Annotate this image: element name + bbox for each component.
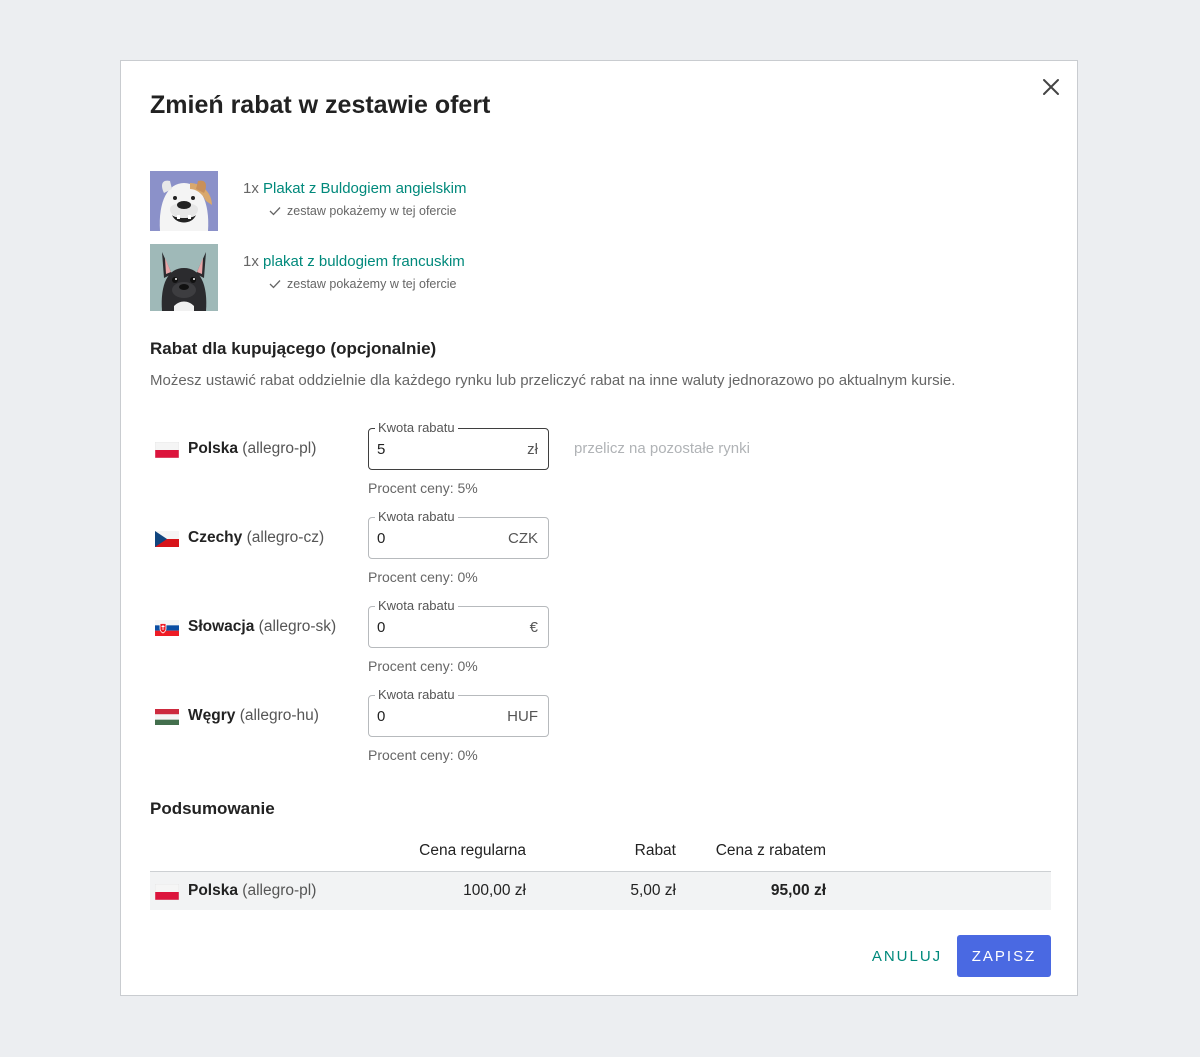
discounted-price-value: 95,00 zł bbox=[770, 882, 826, 899]
discount-description: Możesz ustawić rabat oddzielnie dla każd… bbox=[150, 372, 956, 389]
discount-amount-input[interactable] bbox=[377, 528, 497, 548]
price-percent: Procent ceny: 0% bbox=[368, 658, 478, 674]
header-regular-price: Cena regularna bbox=[419, 842, 526, 859]
close-icon bbox=[1043, 79, 1059, 95]
offer-item: 1x plakat z buldogiem francuskim zestaw … bbox=[150, 244, 750, 312]
regular-price-value: 100,00 zł bbox=[463, 882, 526, 899]
close-button[interactable] bbox=[1039, 75, 1063, 99]
market-row-cz: Czechy (allegro-cz) Kwota rabatu CZK Pro… bbox=[121, 508, 1079, 587]
field-label: Kwota rabatu bbox=[375, 508, 458, 526]
summary-title: Podsumowanie bbox=[150, 799, 275, 818]
offer-item: 1x Plakat z Buldogiem angielskim zestaw … bbox=[150, 171, 750, 239]
poland-flag-icon bbox=[155, 442, 179, 458]
offer-link[interactable]: Plakat z Buldogiem angielskim bbox=[263, 180, 466, 197]
slovakia-flag-icon bbox=[155, 620, 179, 636]
discount-amount-field: Kwota rabatu zł bbox=[368, 419, 549, 470]
price-percent: Procent ceny: 0% bbox=[368, 747, 478, 763]
discount-amount-input[interactable] bbox=[377, 706, 497, 726]
save-button[interactable]: ZAPISZ bbox=[957, 935, 1051, 977]
french-bulldog-image bbox=[150, 244, 218, 311]
market-code: (allegro-pl) bbox=[242, 882, 317, 899]
header-discount: Rabat bbox=[634, 842, 676, 859]
offer-note: zestaw pokażemy w tej ofercie bbox=[287, 277, 457, 291]
discount-bundle-dialog: Zmień rabat w zestawie ofert 1x Plakat z… bbox=[120, 60, 1078, 996]
english-bulldog-image bbox=[150, 171, 218, 231]
discount-amount-field: Kwota rabatu € bbox=[368, 597, 549, 648]
currency-label: zł bbox=[527, 441, 538, 458]
discount-amount-field: Kwota rabatu CZK bbox=[368, 508, 549, 559]
summary-row-pl: Polska (allegro-pl) 100,00 zł 5,00 zł 95… bbox=[150, 872, 1051, 910]
price-percent: Procent ceny: 0% bbox=[368, 569, 478, 585]
summary-table-header: Cena regularna Rabat Cena z rabatem bbox=[150, 839, 1051, 873]
market-row-pl: Polska (allegro-pl) Kwota rabatu zł prze… bbox=[121, 419, 1079, 498]
check-icon bbox=[269, 280, 281, 289]
poland-flag-icon bbox=[155, 884, 179, 900]
cancel-button[interactable]: ANULUJ bbox=[866, 935, 948, 977]
offer-quantity: 1x bbox=[243, 253, 259, 270]
currency-label: € bbox=[529, 619, 538, 636]
market-code: (allegro-sk) bbox=[258, 618, 337, 635]
offer-link[interactable]: plakat z buldogiem francuskim bbox=[263, 253, 465, 270]
market-code: (allegro-hu) bbox=[239, 707, 319, 724]
field-label: Kwota rabatu bbox=[375, 597, 458, 615]
discount-amount-input[interactable] bbox=[377, 439, 497, 459]
price-percent: Procent ceny: 5% bbox=[368, 480, 478, 496]
czech-flag-icon bbox=[155, 531, 179, 547]
field-label: Kwota rabatu bbox=[375, 686, 458, 704]
discount-value: 5,00 zł bbox=[630, 882, 676, 899]
check-icon bbox=[269, 207, 281, 216]
discount-section-title: Rabat dla kupującego (opcjonalnie) bbox=[150, 339, 437, 358]
dialog-title: Zmień rabat w zestawie ofert bbox=[150, 91, 491, 119]
market-name: Polska bbox=[188, 882, 238, 899]
header-discounted-price: Cena z rabatem bbox=[715, 842, 826, 859]
offer-note: zestaw pokażemy w tej ofercie bbox=[287, 204, 457, 218]
discount-amount-field: Kwota rabatu HUF bbox=[368, 686, 549, 737]
currency-label: HUF bbox=[507, 708, 538, 725]
offer-quantity: 1x bbox=[243, 180, 259, 197]
field-label: Kwota rabatu bbox=[375, 419, 458, 437]
currency-label: CZK bbox=[508, 530, 538, 547]
discount-amount-input[interactable] bbox=[377, 617, 497, 637]
market-name: Czechy bbox=[188, 529, 243, 546]
recalculate-link[interactable]: przelicz na pozostałe rynki bbox=[574, 440, 750, 457]
market-row-hu: Węgry (allegro-hu) Kwota rabatu HUF Proc… bbox=[121, 686, 1079, 765]
market-name: Węgry bbox=[188, 707, 236, 724]
market-code: (allegro-cz) bbox=[246, 529, 325, 546]
market-name: Polska bbox=[188, 440, 238, 457]
market-name: Słowacja bbox=[188, 618, 255, 635]
hungary-flag-icon bbox=[155, 709, 179, 725]
market-code: (allegro-pl) bbox=[242, 440, 317, 457]
market-row-sk: Słowacja (allegro-sk) Kwota rabatu € Pro… bbox=[121, 597, 1079, 676]
